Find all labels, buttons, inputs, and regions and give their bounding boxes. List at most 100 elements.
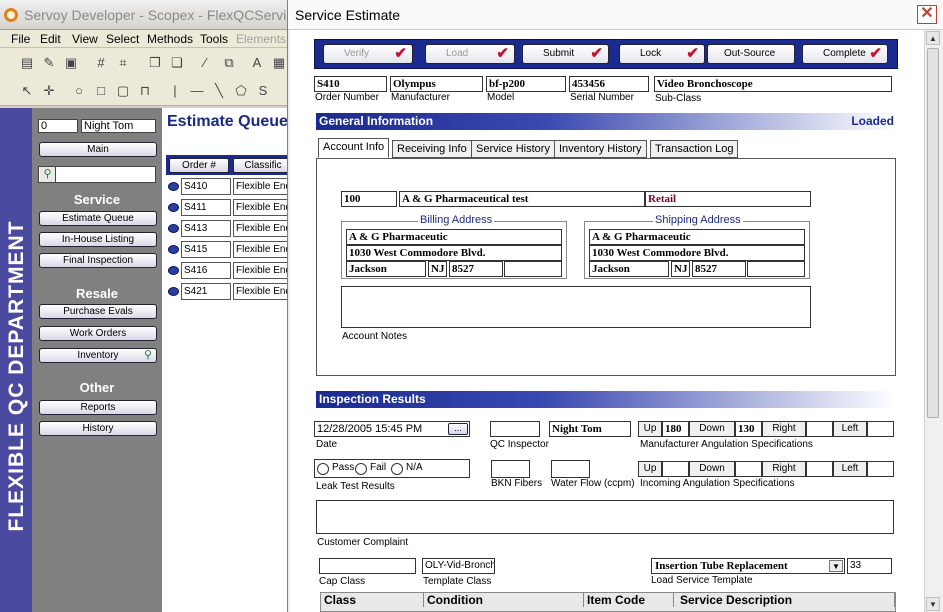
queue-class-cell[interactable]: Flexible Endo — [233, 220, 293, 237]
save-icon[interactable]: ▣ — [62, 54, 80, 72]
chevron-down-icon[interactable]: ▼ — [829, 560, 843, 572]
reports-button[interactable]: Reports — [39, 400, 157, 415]
scroll-down-icon[interactable]: ▼ — [926, 597, 940, 611]
rounded-rect-icon[interactable]: ▢ — [114, 82, 132, 100]
menu-view[interactable]: View — [72, 32, 98, 46]
work-orders-button[interactable]: Work Orders — [39, 326, 157, 341]
menu-file[interactable]: File — [11, 32, 30, 46]
customer-complaint-field[interactable] — [316, 500, 894, 534]
scrollbar-thumb[interactable] — [927, 48, 939, 418]
queue-order-cell[interactable]: S413 — [181, 220, 231, 237]
leak-fail-radio[interactable] — [355, 463, 367, 475]
field-icon[interactable]: ⁄ — [196, 54, 214, 72]
view-eye-icon[interactable] — [168, 287, 179, 296]
form-icon[interactable]: ▤ — [18, 54, 36, 72]
queue-order-cell[interactable]: S410 — [181, 178, 231, 195]
queue-class-cell[interactable]: Flexible Endo — [233, 241, 293, 258]
move-icon[interactable]: ✛ — [40, 82, 58, 100]
lock-button[interactable]: Lock ✔ — [619, 44, 705, 64]
template-class-field[interactable]: OLY-Vid-Bronch — [422, 558, 495, 574]
mfr-up-field[interactable]: 180 — [662, 421, 689, 437]
polygon-icon[interactable]: ⬠ — [232, 82, 250, 100]
tab-transaction-log[interactable]: Transaction Log — [650, 140, 739, 158]
date-picker-button[interactable]: ... — [448, 423, 468, 435]
final-inspection-button[interactable]: Final Inspection — [39, 253, 157, 268]
mfr-left-field[interactable] — [867, 421, 894, 437]
account-notes-field[interactable] — [341, 286, 811, 328]
search-icon[interactable]: ⚲ — [40, 167, 56, 182]
shipping-city-field[interactable]: Jackson — [589, 261, 669, 277]
account-name-field[interactable]: A & G Pharmaceutical test — [399, 191, 645, 207]
queue-class-cell[interactable]: Flexible Endo — [233, 262, 293, 279]
group-icon[interactable]: ❐ — [146, 54, 164, 72]
menu-edit[interactable]: Edit — [40, 32, 61, 46]
queue-order-cell[interactable]: S421 — [181, 283, 231, 300]
view-eye-icon[interactable] — [168, 266, 179, 275]
account-type-field[interactable]: Retail — [645, 191, 811, 207]
billing-name-field[interactable]: A & G Pharmaceutic — [346, 229, 562, 245]
queue-class-cell[interactable]: Flexible Endo — [233, 199, 293, 216]
grid-icon[interactable]: # — [92, 54, 110, 72]
estimate-queue-button[interactable]: Estimate Queue — [39, 211, 157, 226]
tab-service-history[interactable]: Service History — [471, 140, 555, 158]
diagonal-line-icon[interactable]: ╲ — [210, 82, 228, 100]
incoming-left-field[interactable] — [867, 461, 894, 477]
grid-column-item-code[interactable]: Item Code — [584, 593, 674, 607]
history-button[interactable]: History — [39, 421, 157, 436]
model-field[interactable]: bf-p200 — [486, 76, 566, 92]
in-house-listing-button[interactable]: In-House Listing — [39, 232, 157, 247]
purchase-evals-button[interactable]: Purchase Evals — [39, 304, 157, 319]
billing-zip-field[interactable]: 8527 — [449, 261, 503, 277]
mfr-down-field[interactable]: 130 — [735, 421, 762, 437]
shipping-zip-field[interactable]: 8527 — [692, 261, 746, 277]
grid-column-class[interactable]: Class — [321, 593, 424, 607]
billing-state-field[interactable]: NJ — [428, 261, 447, 277]
billing-city-field[interactable]: Jackson — [346, 261, 426, 277]
manufacturer-field[interactable]: Olympus — [390, 76, 483, 92]
qc-inspector-field[interactable] — [490, 421, 540, 437]
image-icon[interactable]: ⧉ — [220, 54, 238, 72]
hline-icon[interactable]: — — [188, 82, 206, 100]
menu-tools[interactable]: Tools — [200, 32, 228, 46]
shipping-name-field[interactable]: A & G Pharmaceutic — [589, 229, 805, 245]
view-eye-icon[interactable] — [168, 224, 179, 233]
user-name-field[interactable]: Night Tom — [81, 119, 156, 133]
cap-class-field[interactable] — [319, 558, 416, 574]
out-source-button[interactable]: Out-Source — [707, 44, 795, 64]
main-button[interactable]: Main — [39, 142, 157, 157]
grid-column-service-description[interactable]: Service Description — [677, 593, 895, 607]
complete-button[interactable]: Complete ✔ — [802, 44, 888, 64]
dialog-scrollbar[interactable]: ▲ ▼ — [924, 30, 941, 612]
incoming-down-field[interactable] — [735, 461, 762, 477]
vline-icon[interactable]: | — [166, 82, 184, 100]
submit-button[interactable]: Submit ✔ — [522, 44, 609, 64]
pointer-icon[interactable]: ↖ — [18, 82, 36, 100]
billing-extra-field[interactable] — [504, 261, 562, 277]
grid-column-condition[interactable]: Condition — [424, 593, 584, 607]
ungroup-icon[interactable]: ❏ — [168, 54, 186, 72]
scroll-up-icon[interactable]: ▲ — [926, 31, 940, 45]
search-input[interactable]: ⚲ — [38, 166, 156, 183]
shipping-extra-field[interactable] — [747, 261, 805, 277]
leak-pass-radio[interactable] — [317, 463, 329, 475]
column-order-number[interactable]: Order # — [169, 158, 229, 173]
text-icon[interactable]: A — [248, 54, 266, 72]
serial-number-field[interactable]: 453456 — [569, 76, 649, 92]
water-flow-field[interactable] — [551, 460, 590, 478]
menu-methods[interactable]: Methods — [147, 32, 193, 46]
bkn-fibers-field[interactable] — [491, 460, 530, 478]
close-icon[interactable]: ✕ — [917, 5, 937, 24]
leak-na-radio[interactable] — [391, 463, 403, 475]
view-eye-icon[interactable] — [168, 203, 179, 212]
view-eye-icon[interactable] — [168, 245, 179, 254]
queue-class-cell[interactable]: Flexible Endo — [233, 178, 293, 195]
inventory-button[interactable]: Inventory ⚲ — [39, 348, 157, 363]
queue-order-cell[interactable]: S415 — [181, 241, 231, 258]
incoming-up-field[interactable] — [662, 461, 689, 477]
curve-icon[interactable]: S — [254, 82, 272, 100]
tab-account-info[interactable]: Account Info — [318, 138, 390, 158]
queue-order-cell[interactable]: S411 — [181, 199, 231, 216]
shipping-street-field[interactable]: 1030 West Commodore Blvd. — [589, 245, 805, 261]
sub-class-field[interactable]: Video Bronchoscope — [654, 76, 892, 92]
user-number-field[interactable]: 0 — [38, 119, 78, 133]
